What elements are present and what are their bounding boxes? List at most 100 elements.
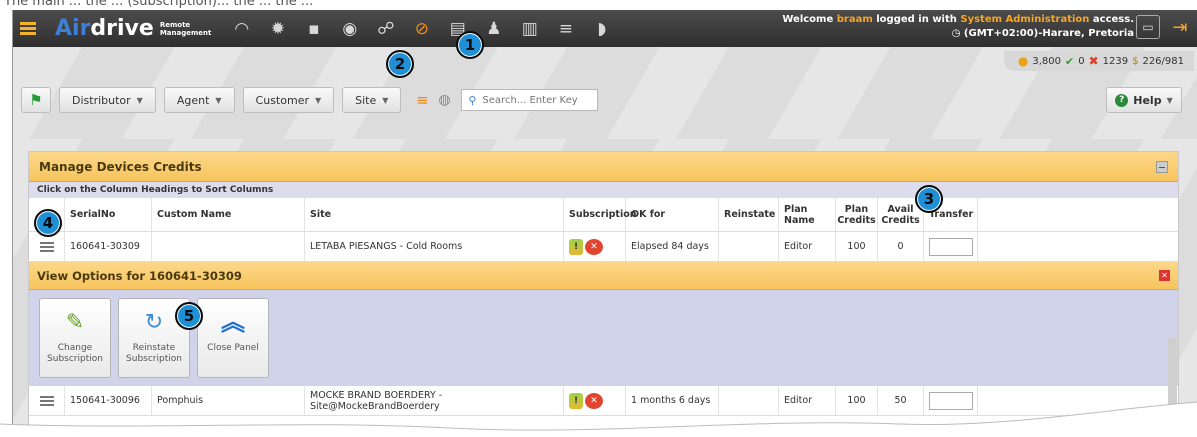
users-icon[interactable]: ♟ <box>480 15 508 43</box>
failed-icon: ✖ <box>1088 54 1099 68</box>
column-header-reinstate[interactable]: Reinstate <box>719 198 779 231</box>
agent-dropdown[interactable]: Agent ▼ <box>163 87 235 113</box>
transfer-input[interactable] <box>929 237 973 256</box>
site-cell: LETABA PIESANGS - Cold Rooms <box>305 232 564 261</box>
toolbar-area: ● 3,800 ✔ 0 ✖ 1239 $ 226/981 ⚑ Distribut… <box>13 47 1197 139</box>
welcome-prefix: Welcome <box>782 14 834 25</box>
site-dropdown[interactable]: Site ▼ <box>342 87 402 113</box>
clock-icon: ◷ <box>951 28 964 39</box>
minimize-icon[interactable] <box>1156 160 1168 173</box>
edit-icon: ✎ <box>65 309 85 335</box>
double-chevron-up-icon: ︽ <box>221 307 245 336</box>
help-button[interactable]: ? Help ▼ <box>1106 87 1182 113</box>
redo-icon: ↻ <box>144 309 164 335</box>
logo-drive: drive <box>90 16 154 41</box>
chevron-down-icon: ▼ <box>1166 95 1173 105</box>
callout-badge-1: 1 <box>456 31 484 59</box>
nav-icons: ◠ ✹ ▪ ◉ ☍ ⊘ ▤ ♟ ▥ ≡ ◗ <box>224 15 620 43</box>
transfer-cell <box>924 232 978 261</box>
ok-count: 0 <box>1078 55 1085 67</box>
search-box[interactable]: ⚲ <box>461 89 599 111</box>
distributor-label: Distributor <box>72 93 131 107</box>
logout-icon[interactable]: ⇥ <box>1168 15 1192 39</box>
caption-text: The main ... the ... (subscription)... t… <box>4 0 314 9</box>
distributor-dropdown[interactable]: Distributor ▼ <box>59 87 156 113</box>
subscription-cell: ! ✕ <box>564 232 626 261</box>
change-subscription-label: Change Subscription <box>47 343 103 364</box>
manage-devices-panel: Manage Devices Credits Click on the Colu… <box>28 151 1179 437</box>
hamburger-menu-icon[interactable] <box>13 10 43 47</box>
coins-icon: ● <box>1017 54 1029 68</box>
agent-label: Agent <box>176 93 210 107</box>
list-icon[interactable]: ≡ <box>552 15 580 43</box>
topbar-right: ▭ ⇥ <box>1128 15 1192 39</box>
sort-hint: Click on the Column Headings to Sort Col… <box>29 182 1178 198</box>
username: braam <box>836 14 873 25</box>
ratio-count: 226/981 <box>1142 55 1184 67</box>
bell-icon[interactable]: ◗ <box>588 15 616 43</box>
customer-dropdown[interactable]: Customer ▼ <box>242 87 335 113</box>
view-options-body: ✎ Change Subscription ↻ Reinstate Subscr… <box>29 290 1178 386</box>
column-header-subscription[interactable]: Subscription <box>564 198 637 231</box>
chevron-down-icon: ▼ <box>215 95 222 105</box>
settings-icon[interactable]: ✹ <box>264 15 292 43</box>
warning-icon[interactable]: ! <box>569 238 583 255</box>
chevron-down-icon: ▼ <box>382 95 389 105</box>
list-view-icon[interactable]: ≡ <box>411 87 433 113</box>
ok-for-cell: Elapsed 84 days <box>626 232 719 261</box>
hierarchy-icon[interactable]: ☍ <box>372 15 400 43</box>
torn-edge <box>0 401 1197 437</box>
panel-header: Manage Devices Credits <box>29 152 1178 182</box>
book-icon[interactable]: ▥ <box>516 15 544 43</box>
column-header-plan-credits[interactable]: Plan Credits <box>836 198 878 231</box>
callout-badge-2: 2 <box>386 50 414 78</box>
column-header-plan-name[interactable]: Plan Name <box>779 198 836 231</box>
close-panel-button[interactable]: ︽ Close Panel <box>197 298 269 378</box>
callout-badge-3: 3 <box>915 185 943 213</box>
grid-icon[interactable]: ▪ <box>300 15 328 43</box>
subscription-icon[interactable]: ⊘ <box>408 15 436 43</box>
column-header-custom-name[interactable]: Custom Name <box>152 198 305 231</box>
plan-credits-cell: 100 <box>836 232 878 261</box>
help-icon: ? <box>1115 93 1129 107</box>
help-label: Help <box>1133 93 1162 107</box>
change-subscription-button[interactable]: ✎ Change Subscription <box>39 298 111 378</box>
eye-icon[interactable]: ◉ <box>336 15 364 43</box>
close-icon[interactable]: ✕ <box>1159 270 1170 281</box>
globe-icon[interactable]: ◍ <box>433 87 455 113</box>
ratio-icon: $ <box>1132 55 1139 67</box>
stats-bar: ● 3,800 ✔ 0 ✖ 1239 $ 226/981 <box>1003 51 1194 71</box>
column-header-serialno[interactable]: SerialNo <box>65 198 152 231</box>
panel-title: Manage Devices Credits <box>39 159 202 174</box>
top-bar: Air drive Remote Management ◠ ✹ ▪ ◉ ☍ ⊘ ▤… <box>13 10 1197 47</box>
flag-button[interactable]: ⚑ <box>21 87 51 113</box>
site-label: Site <box>355 93 377 107</box>
table-header: SerialNo Custom Name Site Subscription O… <box>29 198 1178 232</box>
access-level: System Administration <box>960 14 1090 25</box>
welcome-mid: logged in with <box>876 14 957 25</box>
column-header-site[interactable]: Site <box>305 198 564 231</box>
reinstate-subscription-label: Reinstate Subscription <box>126 343 182 364</box>
logo-subtitle: Remote Management <box>159 20 212 37</box>
profile-card-icon[interactable]: ▭ <box>1136 15 1160 39</box>
app-frame: Air drive Remote Management ◠ ✹ ▪ ◉ ☍ ⊘ ▤… <box>12 10 1197 437</box>
coins-count: 3,800 <box>1032 55 1061 67</box>
ok-icon: ✔ <box>1064 54 1075 68</box>
table-row[interactable]: 160641-30309 LETABA PIESANGS - Cold Room… <box>29 232 1178 262</box>
serial-cell: 160641-30309 <box>65 232 152 261</box>
cancel-subscription-icon[interactable]: ✕ <box>585 238 603 255</box>
dashboard-icon[interactable]: ◠ <box>228 15 256 43</box>
logo: Air drive Remote Management <box>55 16 212 41</box>
avail-credits-cell: 0 <box>878 232 924 261</box>
chevron-down-icon: ▼ <box>136 95 143 105</box>
callout-badge-5: 5 <box>175 302 203 330</box>
timezone: (GMT+02:00)-Harare, Pretoria <box>963 28 1134 39</box>
callout-badge-4: 4 <box>34 209 62 237</box>
chevron-down-icon: ▼ <box>314 95 322 105</box>
close-panel-label: Close Panel <box>207 343 259 353</box>
column-header-ok-for[interactable]: OK for <box>626 198 719 231</box>
reinstate-cell <box>719 232 779 261</box>
filter-bar: ⚑ Distributor ▼ Agent ▼ Customer ▼ Site ▼ ≡ … <box>21 87 599 113</box>
view-options-header: View Options for 160641-30309 ✕ <box>29 262 1178 290</box>
search-input[interactable] <box>482 94 593 106</box>
